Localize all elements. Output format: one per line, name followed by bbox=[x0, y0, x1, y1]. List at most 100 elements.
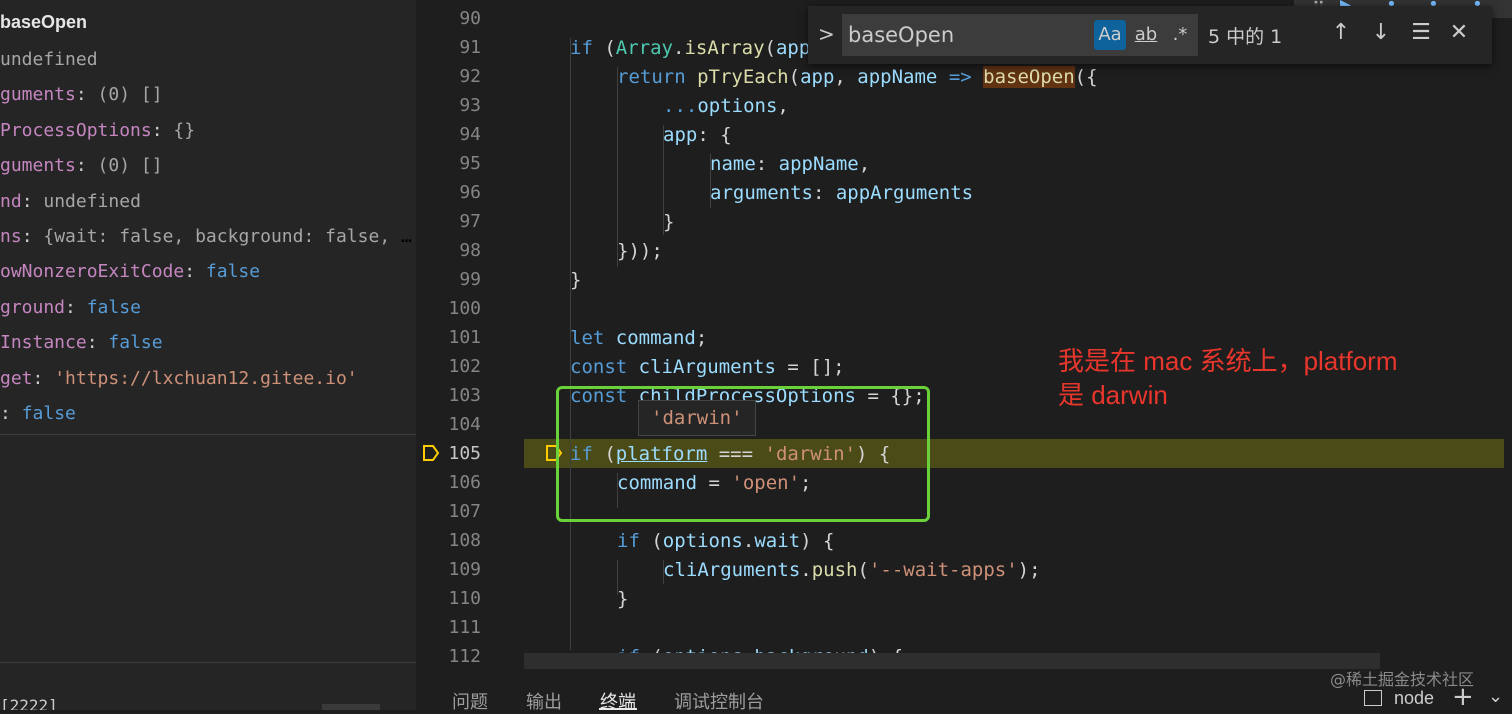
variable-value: {wait: false, background: false, n… bbox=[43, 226, 412, 247]
variable-row[interactable]: ns: {wait: false, background: false, n… bbox=[0, 219, 412, 254]
line-number[interactable]: 102 bbox=[416, 356, 481, 377]
variable-separator: : bbox=[75, 84, 98, 106]
variable-row[interactable]: : false bbox=[0, 396, 412, 431]
variable-row[interactable]: guments: (0) [] bbox=[0, 148, 412, 183]
code-line-96: arguments: appArguments bbox=[710, 182, 974, 204]
code-line-94: app: { bbox=[663, 124, 732, 146]
variable-value: undefined bbox=[43, 190, 141, 212]
line-number[interactable]: 104 bbox=[416, 414, 481, 435]
variable-value: false bbox=[86, 296, 141, 318]
code-line-95: name: appName, bbox=[710, 153, 871, 175]
find-in-selection-icon[interactable]: ☰ bbox=[1406, 18, 1436, 48]
tab-terminal[interactable]: 终端 bbox=[600, 688, 636, 714]
terminal-icon bbox=[1364, 690, 1382, 706]
code-line-97: } bbox=[663, 211, 675, 233]
variable-value: 'https://lxchuan12.gitee.io' bbox=[54, 367, 358, 389]
variable-name: ground bbox=[0, 296, 66, 318]
match-count: 5 中的 1 bbox=[1208, 26, 1283, 48]
variable-name: guments bbox=[0, 84, 76, 106]
line-number[interactable]: 101 bbox=[416, 327, 481, 348]
line-number[interactable]: 92 bbox=[416, 66, 481, 87]
variable-value: false bbox=[205, 261, 261, 283]
tab-debug-console[interactable]: 调试控制台 bbox=[674, 688, 764, 714]
variable-separator: : bbox=[21, 190, 44, 212]
line-number[interactable]: 94 bbox=[416, 124, 481, 145]
code-line-110: } bbox=[617, 588, 629, 610]
line-number[interactable]: 90 bbox=[416, 8, 481, 29]
variable-row[interactable]: get: 'https://lxchuan12.gitee.io' bbox=[0, 361, 412, 396]
horizontal-scrollbar[interactable] bbox=[524, 653, 1380, 669]
variable-name: ns bbox=[0, 226, 22, 247]
annotation-highlight-box bbox=[556, 386, 930, 522]
variable-separator: : bbox=[75, 155, 98, 177]
variable-row[interactable]: Instance: false bbox=[0, 325, 412, 360]
variable-value: undefined bbox=[0, 49, 98, 70]
code-line-102: const cliArguments = []; bbox=[570, 356, 845, 378]
line-number[interactable]: 96 bbox=[416, 182, 481, 203]
line-number[interactable]: 110 bbox=[416, 588, 481, 609]
variable-row[interactable]: undefined bbox=[0, 42, 412, 77]
previous-match-icon[interactable]: ↑ bbox=[1326, 18, 1356, 48]
line-number[interactable]: 112 bbox=[416, 646, 481, 667]
line-number[interactable]: 111 bbox=[416, 617, 481, 638]
code-line-109: cliArguments.push('--wait-apps'); bbox=[663, 559, 1041, 581]
annotation-text: 我是在 mac 系统上，platform 是 darwin bbox=[1058, 344, 1498, 412]
code-line-99: } bbox=[570, 269, 582, 291]
variable-separator: : bbox=[32, 367, 55, 389]
tab-problems[interactable]: 问题 bbox=[452, 688, 488, 714]
next-match-icon[interactable]: ↓ bbox=[1366, 18, 1396, 48]
line-number[interactable]: 108 bbox=[416, 530, 481, 551]
panel-divider bbox=[0, 662, 416, 663]
variable-value: {} bbox=[173, 119, 196, 141]
variable-row[interactable]: ProcessOptions: {} bbox=[0, 113, 412, 148]
variable-value: (0) [] bbox=[97, 84, 163, 106]
terminal-dropdown-chevron-icon[interactable]: ⌄ bbox=[1488, 686, 1503, 707]
variable-row[interactable]: owNonzeroExitCode: false bbox=[0, 254, 412, 289]
code-line-92: return pTryEach(app, appName => baseOpen… bbox=[617, 66, 1098, 88]
line-number[interactable]: 91 bbox=[416, 37, 481, 58]
code-line-93: ...options, bbox=[663, 95, 789, 117]
regex-toggle[interactable]: .* bbox=[1166, 20, 1194, 50]
whole-word-toggle[interactable]: ab bbox=[1130, 20, 1162, 50]
tab-output[interactable]: 输出 bbox=[526, 688, 562, 714]
code-line-101: let command; bbox=[570, 327, 708, 349]
breakpoint-stopped-icon[interactable] bbox=[422, 444, 440, 462]
close-find-icon[interactable]: ✕ bbox=[1444, 18, 1474, 48]
code-line-108: if (options.wait) { bbox=[617, 530, 835, 552]
line-number[interactable]: 95 bbox=[416, 153, 481, 174]
line-number[interactable]: 100 bbox=[416, 298, 481, 319]
line-number[interactable]: 107 bbox=[416, 501, 481, 522]
variable-separator: : bbox=[65, 296, 87, 318]
line-number[interactable]: 99 bbox=[416, 269, 481, 290]
line-number[interactable]: 109 bbox=[416, 559, 481, 580]
variables-panel: baseOpen undefined guments: (0) [] Process… bbox=[0, 0, 416, 710]
variable-name: Instance bbox=[0, 332, 87, 354]
variables-scope-title[interactable]: baseOpen bbox=[0, 12, 87, 33]
line-number[interactable]: 103 bbox=[416, 385, 481, 406]
panel-divider bbox=[0, 434, 416, 435]
line-number[interactable]: 97 bbox=[416, 211, 481, 232]
line-number[interactable]: 106 bbox=[416, 472, 481, 493]
annotation-line-2: 是 darwin bbox=[1058, 380, 1168, 410]
line-number[interactable]: 93 bbox=[416, 95, 481, 116]
variable-row[interactable]: guments: (0) [] bbox=[0, 77, 412, 112]
variable-value: false bbox=[108, 332, 163, 354]
code-line-98: })); bbox=[617, 240, 663, 262]
indent-guide bbox=[617, 67, 618, 267]
variable-name: ProcessOptions bbox=[0, 119, 152, 141]
variable-name: get bbox=[0, 367, 33, 389]
variable-name: nd bbox=[0, 190, 22, 212]
variable-row[interactable]: ground: false bbox=[0, 290, 412, 325]
terminal-selector[interactable]: node bbox=[1394, 688, 1434, 709]
match-case-toggle[interactable]: Aa bbox=[1094, 20, 1126, 50]
variable-name: owNonzeroExitCode bbox=[0, 261, 185, 283]
variable-row[interactable]: nd: undefined bbox=[0, 184, 412, 219]
variable-separator: : bbox=[0, 403, 22, 424]
code-editor[interactable]: 90 91 92 93 94 95 96 97 98 99 100 101 102 103 104 105 10… bbox=[416, 0, 1512, 678]
variable-value: (0) [] bbox=[97, 155, 163, 177]
toggle-replace-chevron-icon[interactable]: > bbox=[818, 22, 835, 46]
line-number[interactable]: 98 bbox=[416, 240, 481, 261]
watermark: @稀土掘金技术社区 bbox=[1330, 670, 1475, 689]
call-stack-badge bbox=[322, 704, 380, 710]
variable-separator: : bbox=[86, 332, 109, 354]
